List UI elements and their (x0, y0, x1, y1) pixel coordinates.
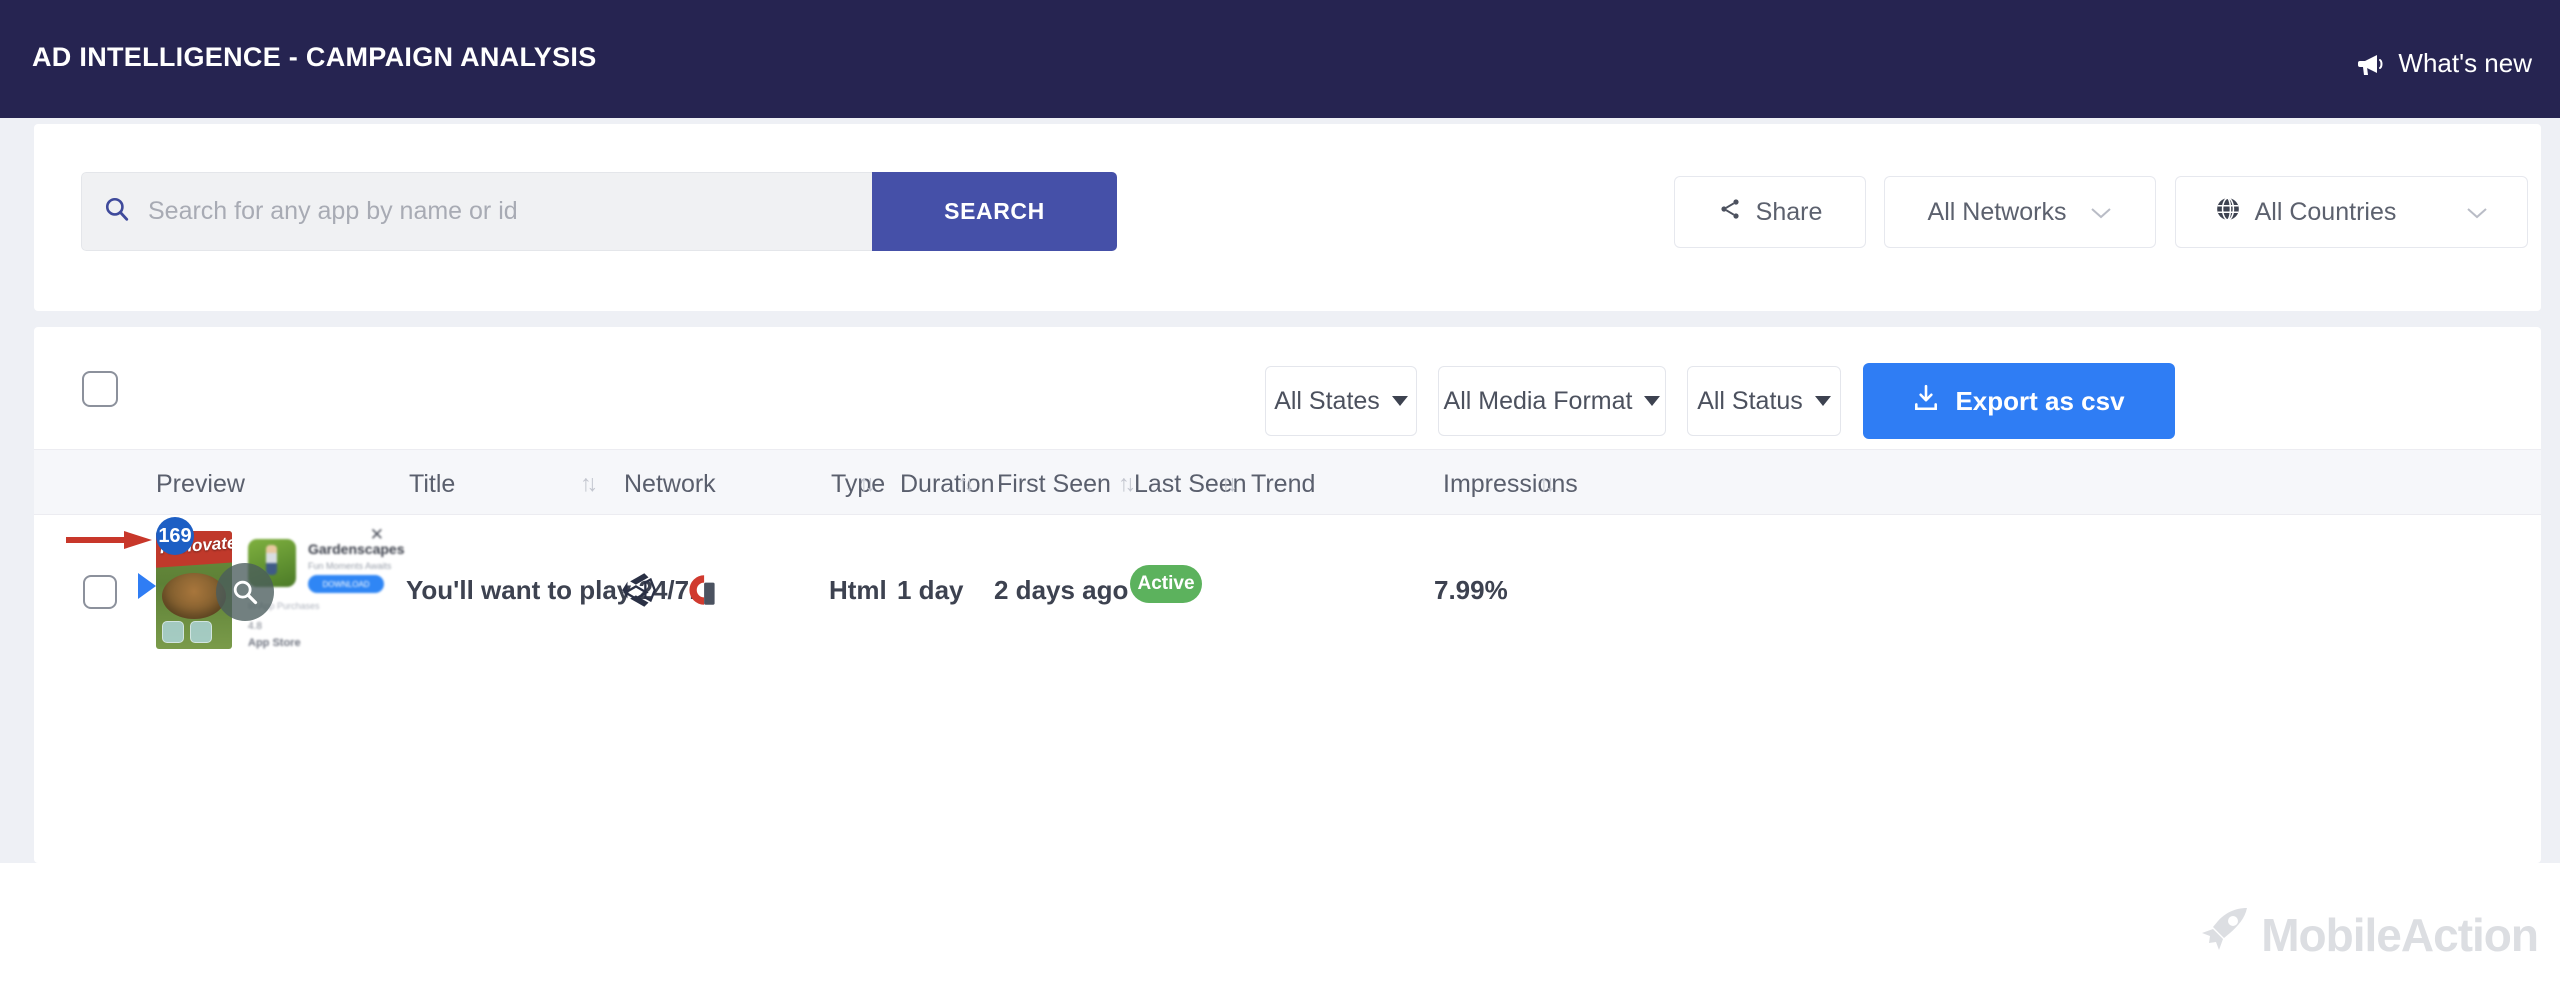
all-status-filter[interactable]: All Status (1687, 366, 1841, 436)
cell-type: Html (829, 575, 887, 605)
unity-icon (617, 569, 659, 616)
all-media-format-filter[interactable]: All Media Format (1438, 366, 1666, 436)
all-states-label: All States (1274, 386, 1380, 415)
column-header-network: Network (624, 470, 716, 498)
status-badge: Active (1130, 565, 1202, 603)
watermark-label: MobileAction (2261, 908, 2539, 961)
download-icon (1913, 384, 1939, 419)
top-bar: AD INTELLIGENCE - CAMPAIGN ANALYSIS What… (0, 0, 2560, 118)
app-subtitle: Fun Moments Awaits (308, 561, 392, 571)
megaphone-icon (2357, 51, 2387, 77)
row-checkbox[interactable] (83, 575, 117, 609)
select-all-checkbox[interactable] (82, 371, 118, 407)
cell-impressions: 7.99% (1434, 575, 1508, 605)
column-header-preview: Preview (156, 470, 245, 498)
preview-cell[interactable]: 169 Renovate! ✕ Gardenscapes Fun Moments… (66, 517, 405, 649)
table-header-row: Preview Title ↑↓ Network Type ↑↓ Duratio… (34, 449, 2541, 515)
creative-option-b (190, 621, 212, 643)
watermark: MobileAction (2199, 906, 2539, 963)
table-row: 169 Renovate! ✕ Gardenscapes Fun Moments… (34, 515, 2541, 665)
page-title: AD INTELLIGENCE - CAMPAIGN ANALYSIS (32, 42, 597, 72)
results-card: All States All Media Format All Status E… (34, 327, 2541, 863)
sort-icon-last-seen[interactable]: ↑↓ (1220, 470, 1238, 497)
search-card: SEARCH Share All Networks All Countries (34, 124, 2541, 311)
column-header-first-seen[interactable]: First Seen (997, 470, 1111, 499)
app-store-label: App Store (248, 637, 301, 649)
creative-option-a (162, 621, 184, 643)
cell-network (617, 569, 723, 616)
share-label: Share (1755, 197, 1823, 226)
app-icon-art (266, 545, 277, 575)
networks-filter[interactable]: All Networks (1884, 176, 2156, 248)
table-toolbar: All States All Media Format All Status E… (34, 327, 2541, 449)
export-csv-button[interactable]: Export as csv (1863, 363, 2175, 439)
app-rating: 4.8 (248, 621, 262, 632)
caret-down-icon (1814, 396, 1831, 406)
preview-zoom-button[interactable] (216, 563, 274, 621)
search-field[interactable] (81, 172, 872, 251)
chevron-down-icon (2090, 198, 2112, 227)
countries-filter-label: All Countries (2254, 197, 2397, 226)
column-header-trend: Trend (1251, 470, 1316, 498)
cell-duration: 1 day (897, 575, 964, 605)
export-csv-label: Export as csv (1955, 385, 2125, 416)
sort-icon-first-seen[interactable]: ↑↓ (1118, 470, 1136, 497)
creative-count-badge: 169 (156, 517, 194, 555)
annotation-arrow (66, 529, 154, 556)
caret-down-icon (1644, 396, 1661, 406)
search-input[interactable] (148, 197, 850, 226)
networks-filter-label: All Networks (1927, 197, 2067, 226)
all-status-label: All Status (1697, 386, 1803, 415)
globe-icon (2215, 196, 2241, 229)
caret-down-icon (1391, 396, 1408, 406)
all-media-format-label: All Media Format (1443, 386, 1633, 415)
sort-icon-type[interactable]: ↑↓ (858, 470, 876, 497)
column-header-duration[interactable]: Duration (900, 470, 995, 499)
applovin-icon (681, 569, 723, 616)
whats-new-link[interactable]: What's new (2357, 48, 2532, 79)
rocket-icon (2199, 906, 2251, 963)
countries-filter[interactable]: All Countries (2175, 176, 2528, 248)
row-expand-arrow[interactable] (138, 573, 156, 599)
cell-first-seen: 2 days ago (994, 575, 1129, 605)
sort-icon-title[interactable]: ↑↓ (580, 470, 598, 497)
search-button[interactable]: SEARCH (872, 172, 1117, 251)
share-button[interactable]: Share (1674, 176, 1866, 248)
whats-new-label: What's new (2398, 48, 2532, 78)
share-icon (1718, 197, 1742, 228)
chevron-down-icon (2466, 198, 2488, 227)
sort-icon-impressions[interactable]: ↑↓ (1538, 470, 1556, 497)
page-root: AD INTELLIGENCE - CAMPAIGN ANALYSIS What… (0, 0, 2560, 985)
sort-icon-duration[interactable]: ↑↓ (957, 470, 975, 497)
app-name: Gardenscapes (308, 541, 405, 557)
column-header-impressions[interactable]: Impressions (1443, 470, 1578, 499)
all-states-filter[interactable]: All States (1265, 366, 1417, 436)
search-bar: SEARCH (81, 172, 1117, 251)
app-download-button[interactable]: DOWNLOAD (308, 575, 384, 593)
search-icon (104, 196, 130, 227)
column-header-title[interactable]: Title (409, 470, 455, 499)
